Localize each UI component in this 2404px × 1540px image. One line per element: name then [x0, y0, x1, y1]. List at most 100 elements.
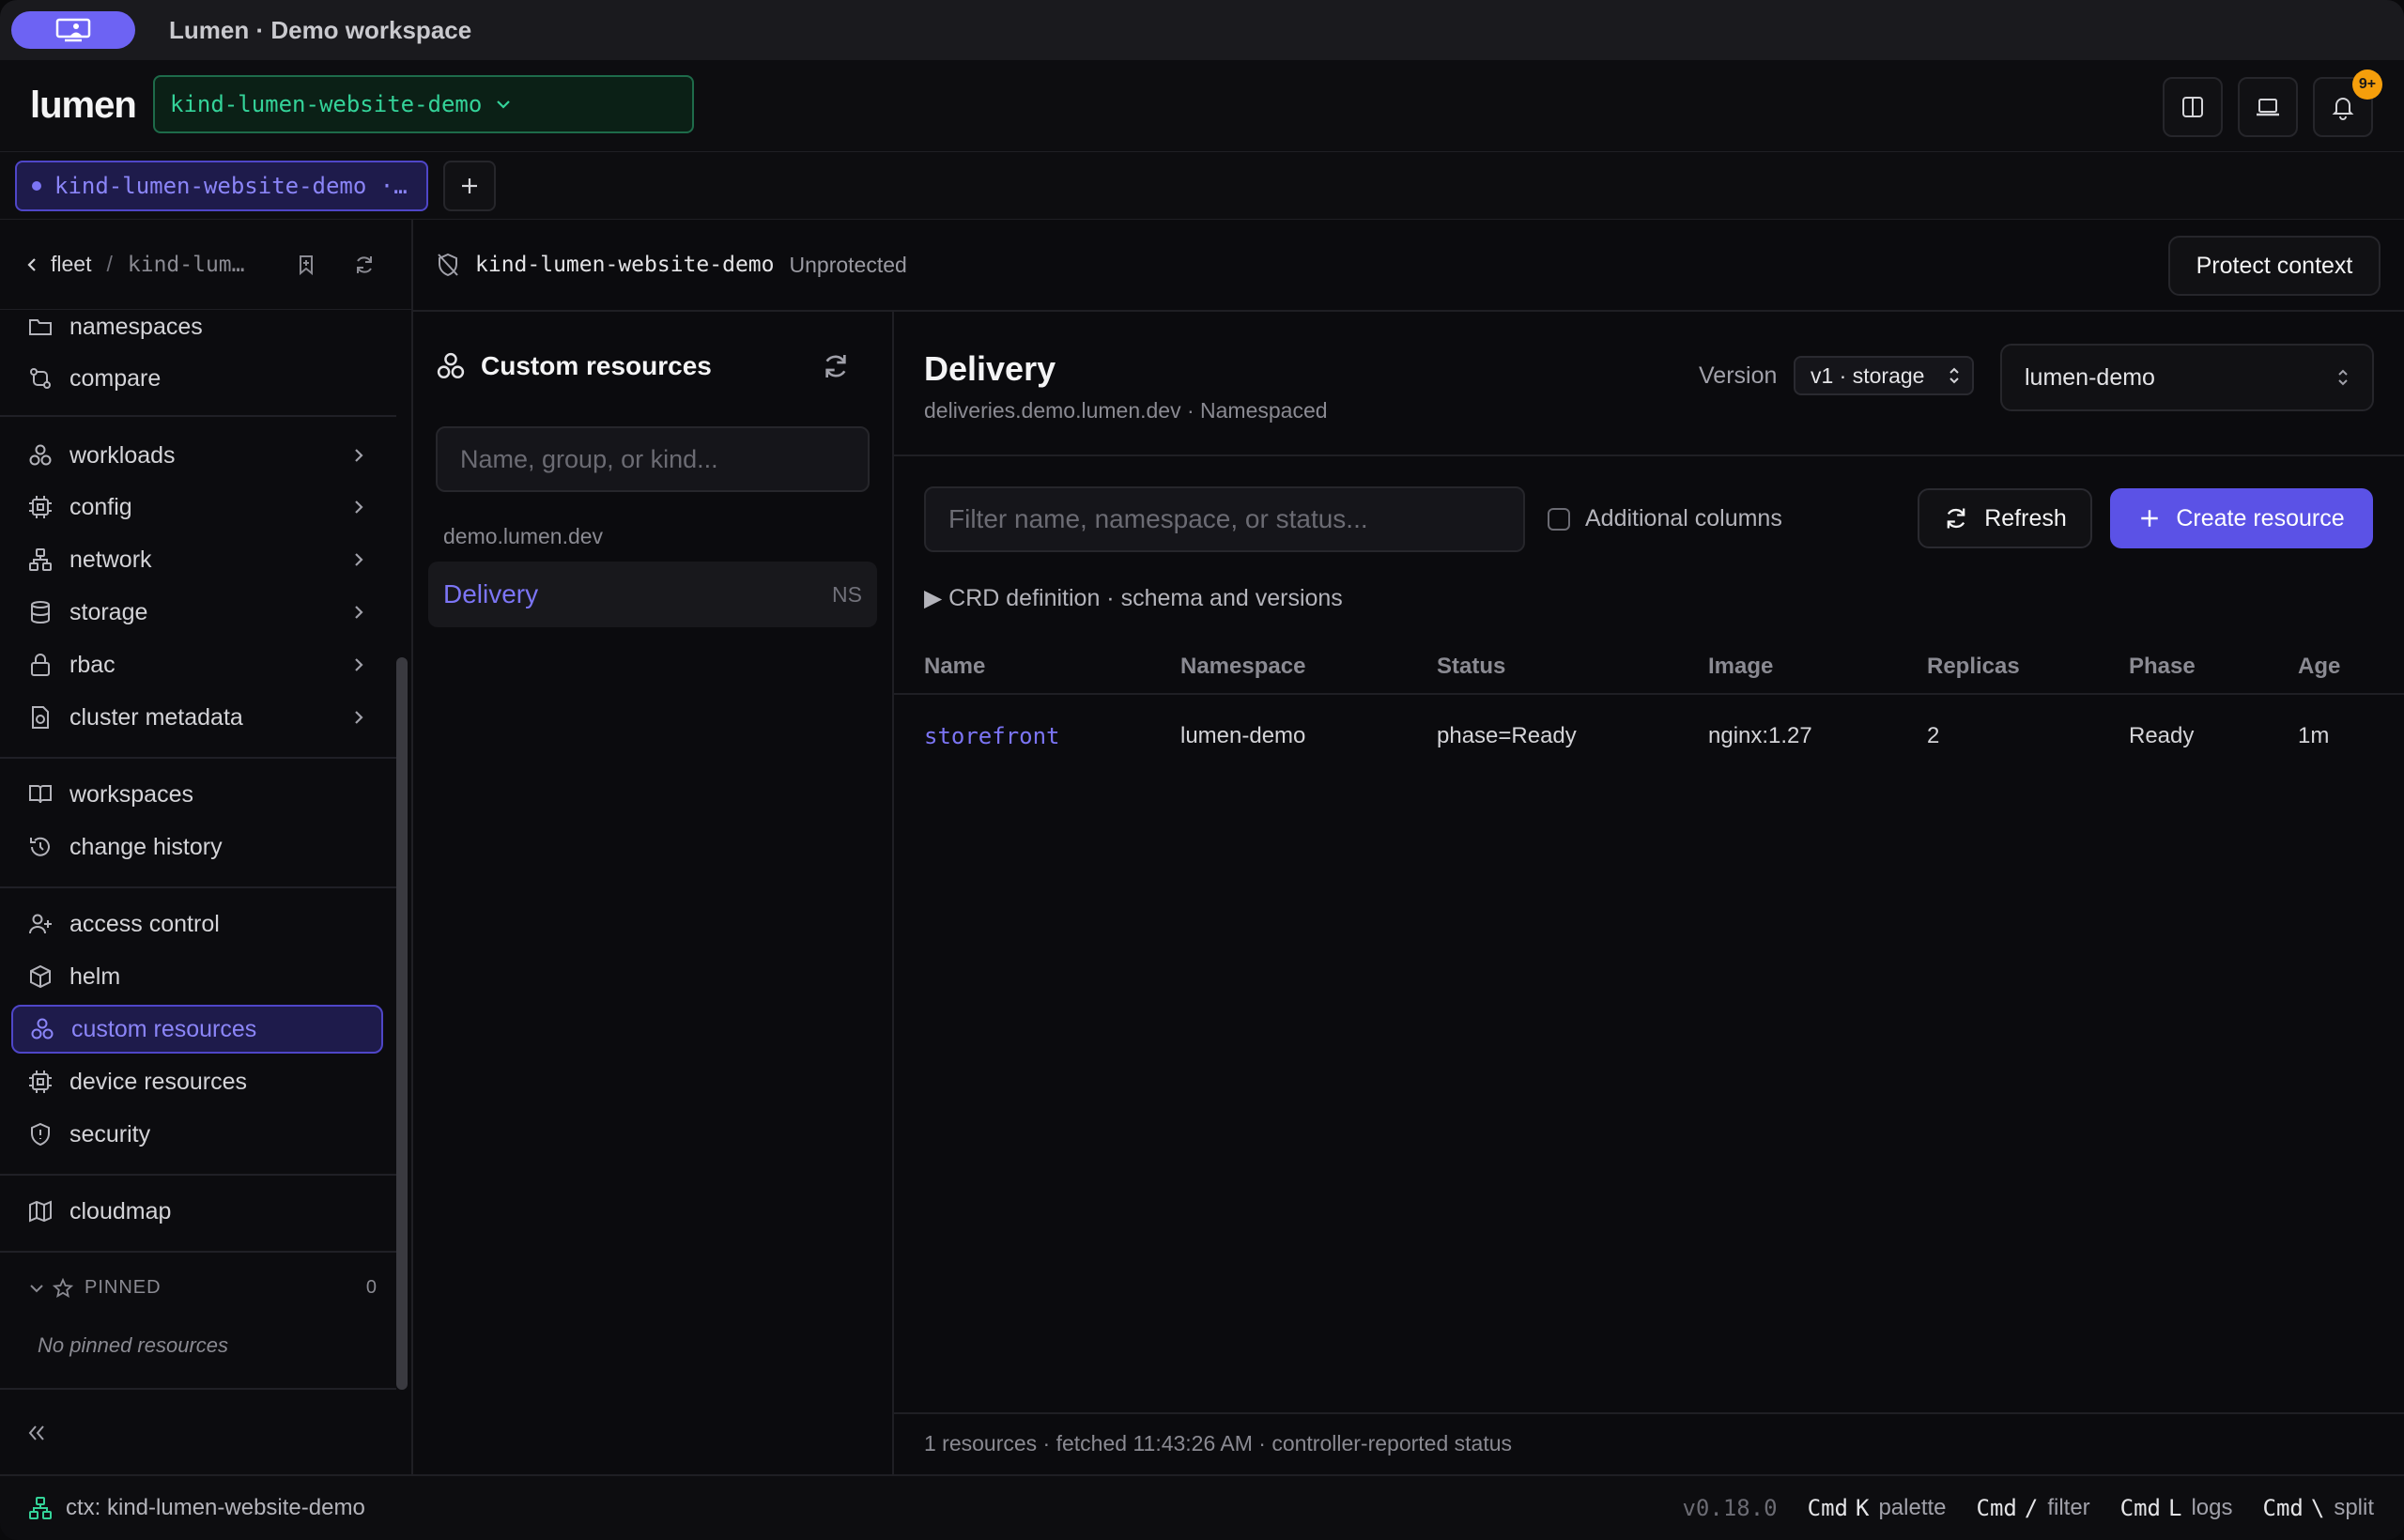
refresh-icon[interactable] [353, 254, 376, 276]
tab-label: kind-lumen-website-demo ·… [54, 173, 408, 199]
sidebar-item-label: config [69, 493, 132, 520]
page-subtitle: deliveries.demo.lumen.dev · Namespaced [924, 398, 1328, 423]
sidebar-item-workspaces[interactable]: workspaces [11, 770, 383, 819]
tab-context[interactable]: kind-lumen-website-demo ·… [15, 161, 428, 211]
filter-input[interactable] [924, 486, 1525, 552]
column-header[interactable]: Name [924, 654, 985, 680]
tab-status-dot [32, 181, 41, 191]
context-selector[interactable]: kind-lumen-website-demo [153, 75, 694, 133]
split-view-icon [2182, 97, 2203, 117]
chevron-down-icon [495, 99, 512, 110]
package-icon [26, 964, 54, 989]
column-header[interactable]: Replicas [1927, 654, 2020, 680]
bookmark-icon[interactable] [297, 254, 316, 276]
table-row[interactable]: storefront lumen-demo phase=Ready nginx:… [894, 697, 2404, 774]
sidebar-item-label: namespaces [69, 313, 203, 340]
refresh-button[interactable]: Refresh [1918, 488, 2092, 548]
database-icon [26, 600, 54, 624]
namespace-select[interactable]: lumen-demo [2000, 344, 2374, 411]
sidebar-divider [0, 886, 396, 888]
breadcrumb-current: kind-lum… [127, 252, 245, 277]
network-icon [26, 547, 54, 572]
laptop-button[interactable] [2238, 77, 2298, 137]
sidebar-item-label: workloads [69, 441, 176, 469]
shield-off-icon [436, 252, 460, 278]
crd-item-label: Delivery [443, 579, 539, 608]
version-select[interactable]: v1 · storage [1794, 356, 1974, 395]
refresh-label: Refresh [1984, 504, 2067, 531]
notifications-button[interactable]: 9+ [2313, 69, 2382, 137]
chevron-up-down-icon [1948, 365, 1961, 386]
sidebar-item-helm[interactable]: helm [11, 952, 383, 1001]
history-icon [26, 835, 54, 859]
version-label: Version [1699, 362, 1778, 389]
chevron-left-icon[interactable] [26, 256, 38, 273]
sidebar-item-label: rbac [69, 651, 116, 678]
breadcrumb-fleet[interactable]: fleet [51, 252, 91, 277]
column-header[interactable]: Status [1437, 654, 1505, 680]
chevron-right-icon [353, 499, 364, 516]
breadcrumb: fleet / kind-lum… [0, 220, 411, 310]
resource-name-link[interactable]: storefront [924, 723, 1060, 749]
config-icon [26, 495, 54, 519]
crd-panel-header: Custom resources [436, 351, 712, 381]
pinned-label: PINNED [85, 1277, 162, 1298]
additional-columns-checkbox[interactable] [1548, 507, 1570, 531]
protect-context-button[interactable]: Protect context [2168, 236, 2381, 296]
add-tab-button[interactable] [443, 161, 496, 211]
refresh-crds-icon[interactable] [821, 351, 851, 381]
context-header: kind-lumen-website-demo Unprotected Prot… [413, 220, 2404, 312]
shortcut-modifier: Cmd [1807, 1495, 1848, 1521]
column-header[interactable]: Namespace [1180, 654, 1305, 680]
shortcut-modifier: Cmd [2262, 1495, 2304, 1521]
sidebar-item-label: compare [69, 364, 162, 392]
sidebar-item-access-control[interactable]: access control [11, 900, 383, 948]
workloads-icon [26, 443, 54, 468]
sidebar-item-config[interactable]: config [11, 483, 383, 531]
compare-icon [26, 366, 54, 391]
sidebar-item-security[interactable]: security [11, 1110, 383, 1159]
sidebar-item-namespaces[interactable]: namespaces [11, 302, 383, 351]
sidebar-item-rbac[interactable]: rbac [11, 640, 383, 689]
sidebar-item-workloads[interactable]: workloads [11, 431, 383, 480]
split-view-button[interactable] [2163, 77, 2223, 137]
sidebar-item-change-history[interactable]: change history [11, 823, 383, 871]
sidebar-divider [0, 1251, 396, 1253]
sidebar-item-label: cluster metadata [69, 703, 243, 731]
shortcut-filter[interactable]: Cmd / filter [1977, 1495, 2090, 1521]
column-header[interactable]: Age [2298, 654, 2340, 680]
sidebar-item-network[interactable]: network [11, 535, 383, 584]
shortcut-split[interactable]: Cmd \ split [2263, 1495, 2375, 1521]
tab-strip: kind-lumen-website-demo ·… [0, 152, 2404, 220]
crd-item-delivery[interactable]: Delivery NS [428, 562, 877, 627]
collapse-sidebar-icon[interactable] [26, 1424, 47, 1442]
chevron-right-icon [353, 709, 364, 726]
pinned-header[interactable]: PINNED 0 [28, 1277, 378, 1299]
sidebar-scrollbar[interactable] [396, 657, 408, 1390]
star-icon [53, 1277, 73, 1299]
create-resource-button[interactable]: Create resource [2110, 488, 2373, 548]
additional-columns-toggle[interactable]: Additional columns [1548, 505, 1782, 532]
resource-footer: 1 resources · fetched 11:43:26 AM · cont… [924, 1431, 1512, 1455]
sidebar-item-cluster-metadata[interactable]: cluster metadata [11, 693, 383, 742]
shortcut-logs[interactable]: Cmd L logs [2120, 1495, 2233, 1521]
sidebar-item-compare[interactable]: compare [11, 354, 383, 403]
sidebar: fleet / kind-lum… namespaces compare wor… [0, 220, 413, 1474]
status-context[interactable]: ctx: kind-lumen-website-demo [28, 1495, 365, 1521]
sidebar-item-custom-resources[interactable]: custom resources [11, 1005, 383, 1054]
sidebar-item-label: helm [69, 962, 121, 990]
notification-badge: 9+ [2352, 69, 2382, 100]
crd-definition-toggle[interactable]: ▶ CRD definition · schema and versions [924, 584, 1343, 612]
crd-search-input[interactable] [436, 426, 870, 492]
workspace-pill[interactable] [11, 11, 135, 49]
chevron-right-icon [353, 447, 364, 464]
shortcut-palette[interactable]: Cmd K palette [1808, 1495, 1947, 1521]
monitor-user-icon [55, 18, 91, 42]
column-header[interactable]: Phase [2129, 654, 2196, 680]
sidebar-divider [0, 757, 396, 759]
sidebar-item-storage[interactable]: storage [11, 588, 383, 637]
column-header[interactable]: Image [1708, 654, 1773, 680]
sidebar-item-cloudmap[interactable]: cloudmap [11, 1187, 383, 1236]
pinned-count: 0 [365, 1277, 378, 1298]
sidebar-item-device-resources[interactable]: device resources [11, 1057, 383, 1106]
